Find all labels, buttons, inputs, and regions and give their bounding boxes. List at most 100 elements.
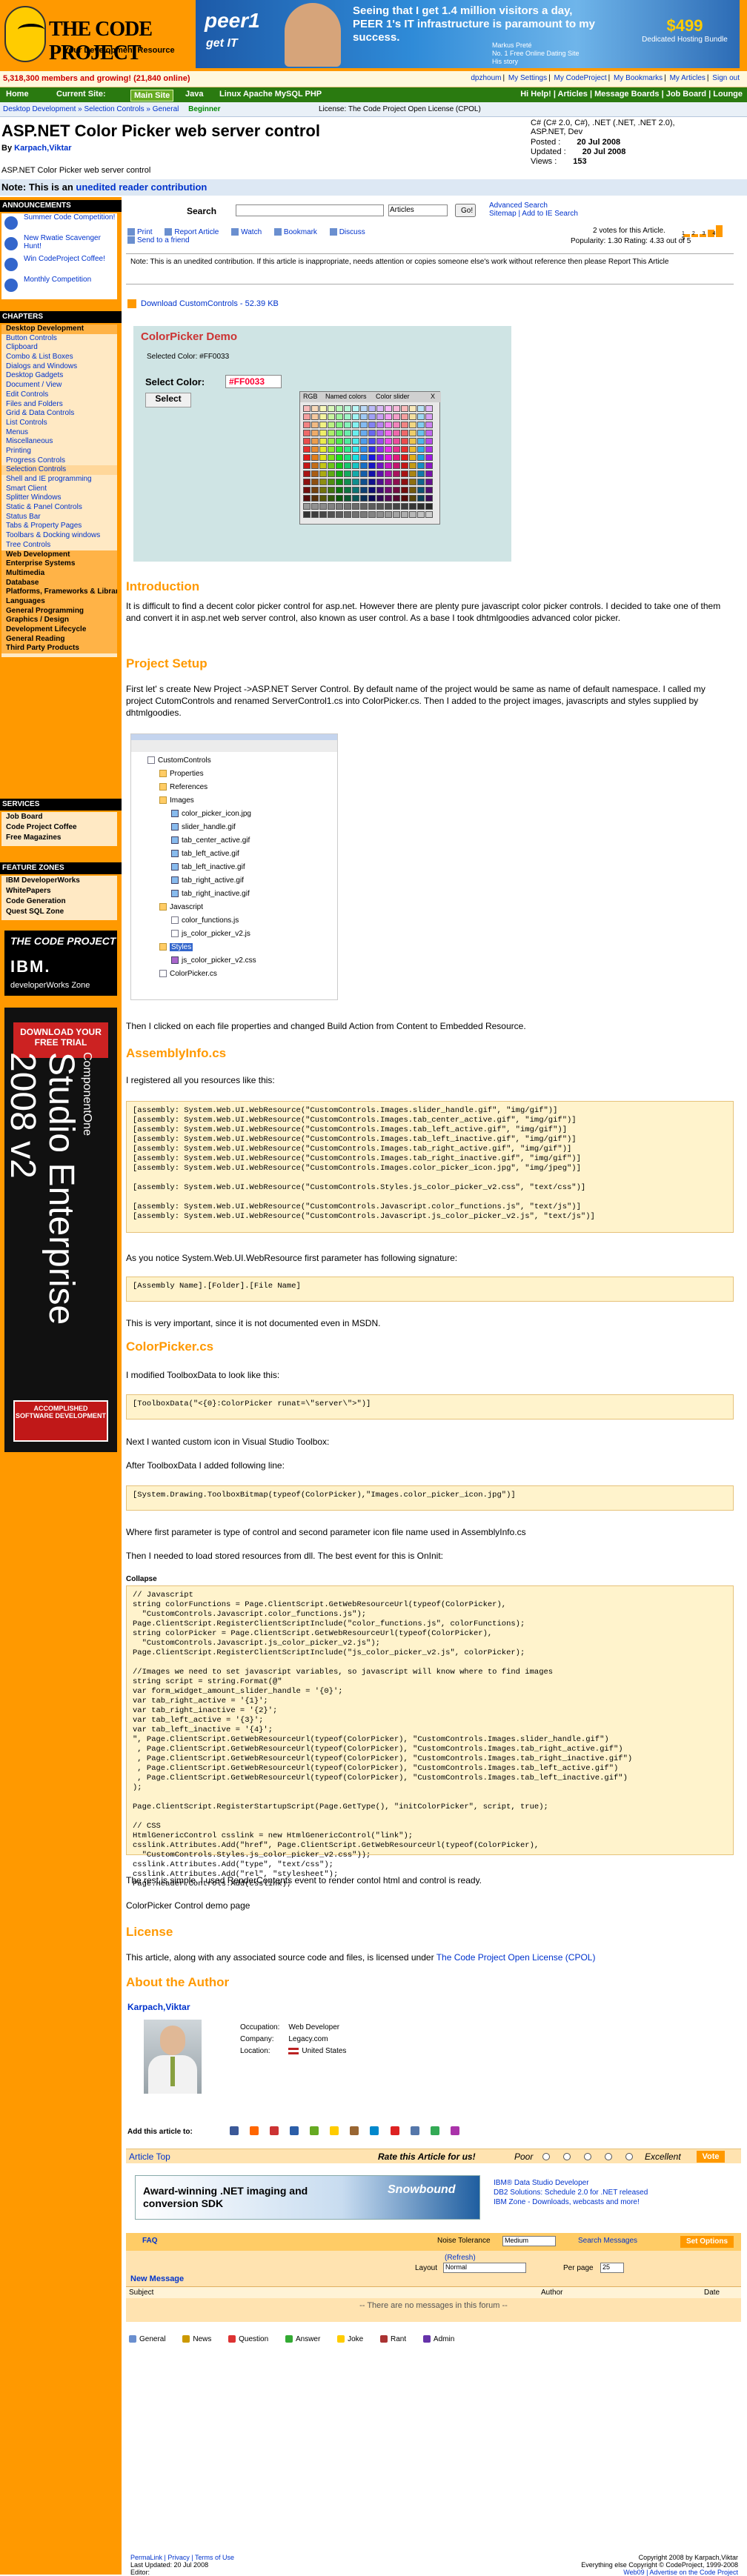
faq-link[interactable]: FAQ xyxy=(142,2237,158,2245)
advanced-search-link[interactable]: Advanced Search xyxy=(489,202,578,210)
sidebar-chapter-item[interactable]: Progress Controls xyxy=(1,456,117,466)
search-input[interactable] xyxy=(236,204,384,216)
google-icon[interactable] xyxy=(390,2126,399,2135)
license-link[interactable]: The Code Project Open License (CPOL) xyxy=(436,1952,596,1963)
sidebar-service-item[interactable]: Free Magazines xyxy=(1,833,117,843)
user-link-bookmarks[interactable]: My Bookmarks xyxy=(614,74,663,82)
sidebar-chapter-item[interactable]: Development Lifecycle xyxy=(1,625,117,635)
rate-radio-2[interactable] xyxy=(563,2153,571,2160)
sidebar-chapter-item[interactable]: Grid & Data Controls xyxy=(1,409,117,419)
download-link[interactable]: Download CustomControls - 52.39 KB xyxy=(127,299,279,309)
sitemap-link[interactable]: Sitemap | Add to IE Search xyxy=(489,210,578,218)
announcement-item[interactable]: Summer Code Competition! xyxy=(1,213,117,234)
rate-radio-4[interactable] xyxy=(605,2153,612,2160)
sponsor-link-1[interactable]: IBM® Data Studio Developer xyxy=(494,2178,648,2188)
sidebar-chapter-item[interactable]: General Reading xyxy=(1,634,117,645)
furl-icon[interactable] xyxy=(350,2126,359,2135)
menu-main-site[interactable]: Main Site xyxy=(130,90,174,101)
article-top-link[interactable]: Article Top xyxy=(129,2151,170,2162)
announcement-item[interactable]: Win CodeProject Coffee! xyxy=(1,255,117,276)
search-go-button[interactable]: Go! xyxy=(455,204,476,217)
sponsor-link-3[interactable]: IBM Zone - Downloads, webcasts and more! xyxy=(494,2197,648,2207)
technorati-icon[interactable] xyxy=(290,2126,299,2135)
sponsor-link-2[interactable]: DB2 Solutions: Schedule 2.0 for .NET rel… xyxy=(494,2188,648,2197)
newsvine-icon[interactable] xyxy=(330,2126,339,2135)
footer-links[interactable]: PermaLink | Privacy | Terms of Use xyxy=(130,2554,234,2561)
sidebar-chapter-item[interactable]: Languages xyxy=(1,596,117,607)
announcement-item[interactable]: New Rwatie Scavenger Hunt! xyxy=(1,234,117,255)
sidebar-chapter-item[interactable]: Button Controls xyxy=(1,334,117,344)
author-name[interactable]: Karpach,Viktar xyxy=(127,2002,190,2012)
sidebar-zone-item[interactable]: IBM DeveloperWorks xyxy=(1,876,117,886)
sidebar-chapter-item[interactable]: Enterprise Systems xyxy=(1,559,117,569)
set-options-button[interactable]: Set Options xyxy=(680,2236,734,2248)
digg-icon[interactable] xyxy=(250,2126,259,2135)
search-messages-link[interactable]: Search Messages xyxy=(578,2237,637,2245)
sidebar-chapter-item[interactable]: Database xyxy=(1,578,117,588)
send-friend-action[interactable]: Send to a friend xyxy=(127,236,190,244)
blinklist-icon[interactable] xyxy=(370,2126,379,2135)
print-action[interactable]: Print xyxy=(127,228,153,236)
spurl-icon[interactable] xyxy=(430,2126,439,2135)
rate-radio-5[interactable] xyxy=(625,2153,633,2160)
sidebar-chapter-item[interactable]: Dialogs and Windows xyxy=(1,362,117,372)
layout-select[interactable]: Normal xyxy=(443,2263,526,2273)
sidebar-chapter-item[interactable]: Splitter Windows xyxy=(1,493,117,503)
watch-action[interactable]: Watch xyxy=(231,228,262,236)
rate-radio-3[interactable] xyxy=(584,2153,591,2160)
sidebar-chapter-item[interactable]: Desktop Gadgets xyxy=(1,371,117,381)
user-link-settings[interactable]: My Settings xyxy=(508,74,547,82)
bookmark-action[interactable]: Bookmark xyxy=(273,228,317,236)
sidebar-chapter-item[interactable]: Tabs & Property Pages xyxy=(1,522,117,531)
sidebar-chapter-item[interactable]: Printing xyxy=(1,447,117,456)
stumble-icon[interactable] xyxy=(310,2126,319,2135)
studio-enterprise-ad[interactable]: DOWNLOAD YOUR FREE TRIAL ComponentOne St… xyxy=(3,1008,117,1452)
note-link[interactable]: unedited reader contribution xyxy=(76,182,207,193)
sidebar-chapter-item[interactable]: Graphics / Design xyxy=(1,616,117,625)
sidebar-service-item[interactable]: Code Project Coffee xyxy=(1,822,117,833)
sidebar-zone-item[interactable]: WhitePapers xyxy=(1,886,117,896)
per-page-select[interactable]: 25 xyxy=(600,2263,624,2273)
sidebar-chapter-item[interactable]: Third Party Products xyxy=(1,644,117,654)
menu-lamp[interactable]: Linux Apache MySQL PHP xyxy=(219,90,322,99)
rate-radio-1[interactable] xyxy=(542,2153,550,2160)
announcement-item[interactable]: Monthly Competition xyxy=(1,276,117,296)
license-label[interactable]: License: The Code Project Open License (… xyxy=(319,105,481,113)
sidebar-chapter-item[interactable]: Menus xyxy=(1,428,117,438)
ad-more-link[interactable]: His story xyxy=(492,58,580,66)
sidebar-chapter-item[interactable]: Static & Panel Controls xyxy=(1,503,117,513)
discuss-action[interactable]: Discuss xyxy=(329,228,365,236)
menu-home[interactable]: Home xyxy=(6,90,29,99)
sidebar-chapter-item[interactable]: Tree Controls xyxy=(1,541,117,550)
sidebar-chapter-item[interactable]: Web Development xyxy=(1,550,117,560)
sidebar-chapter-item[interactable]: Multimedia xyxy=(1,568,117,579)
menu-right-links[interactable]: Hi Help! | Articles | Message Boards | J… xyxy=(520,90,743,99)
site-logo[interactable]: THE CODE PROJECT Your Development Resour… xyxy=(0,0,194,71)
demo-page-link[interactable]: ColorPicker Control demo page xyxy=(126,1900,250,1911)
sidebar-chapter-item[interactable]: Smart Client xyxy=(1,485,117,494)
sidebar-chapter-item[interactable]: Platforms, Frameworks & Libraries xyxy=(1,588,117,597)
byline-author[interactable]: Karpach,Viktar xyxy=(14,144,71,153)
sidebar-zone-item[interactable]: Quest SQL Zone xyxy=(1,907,117,917)
vote-button[interactable]: Vote xyxy=(697,2151,725,2163)
top-advertisement[interactable]: peer1 get IT Seeing that I get 1.4 milli… xyxy=(196,0,740,68)
user-link-articles[interactable]: My Articles xyxy=(670,74,706,82)
sidebar-chapter-item[interactable]: Desktop Development xyxy=(1,325,117,334)
sidebar-chapter-item[interactable]: General Programming xyxy=(1,606,117,616)
new-message-link[interactable]: New Message xyxy=(130,2274,184,2283)
snowbound-ad[interactable]: Award-winning .NET imaging and conversio… xyxy=(135,2175,480,2220)
sidebar-chapter-item[interactable]: Toolbars & Docking windows xyxy=(1,531,117,541)
simpy-icon[interactable] xyxy=(450,2126,459,2135)
sidebar-chapter-item[interactable]: Selection Controls xyxy=(1,465,117,475)
delicious-icon[interactable] xyxy=(230,2126,239,2135)
user-link-signout[interactable]: Sign out xyxy=(712,74,740,82)
sidebar-service-item[interactable]: Job Board xyxy=(1,812,117,822)
user-link-mycodeproject[interactable]: My CodeProject xyxy=(554,74,607,82)
sidebar-chapter-item[interactable]: Miscellaneous xyxy=(1,437,117,447)
footer-advertise[interactable]: Web09 | Advertise on the Code Project xyxy=(581,2569,738,2576)
noise-select[interactable]: Medium xyxy=(502,2236,556,2246)
sidebar-chapter-item[interactable]: List Controls xyxy=(1,419,117,428)
sidebar-chapter-item[interactable]: Clipboard xyxy=(1,343,117,353)
refresh-link[interactable]: (Refresh) xyxy=(445,2254,476,2262)
report-action[interactable]: Report Article xyxy=(165,228,219,236)
